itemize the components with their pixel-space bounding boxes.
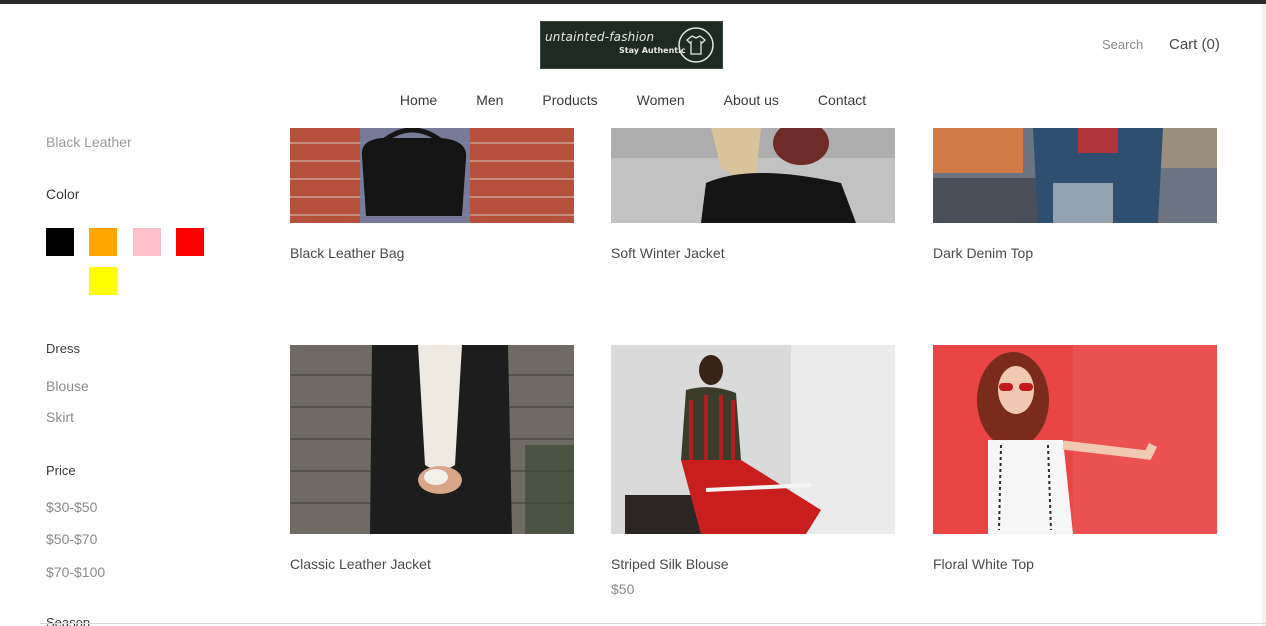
filter-skirt[interactable]: Skirt <box>46 409 74 425</box>
color-heading: Color <box>46 186 80 202</box>
denim-top-photo <box>933 128 1217 223</box>
nav-about-us[interactable]: About us <box>724 92 779 108</box>
product-title[interactable]: Floral White Top <box>933 556 1034 572</box>
logo-title: untainted-fashion <box>545 30 655 44</box>
nav-products[interactable]: Products <box>542 92 597 108</box>
filter-price-30-50[interactable]: $30-$50 <box>46 499 97 515</box>
product-image-classic-leather-jacket[interactable] <box>290 345 574 534</box>
color-swatch-black[interactable] <box>46 228 74 256</box>
search-link[interactable]: Search <box>1102 37 1143 52</box>
color-swatch-orange[interactable] <box>89 228 117 256</box>
product-title[interactable]: Classic Leather Jacket <box>290 556 431 572</box>
product-title[interactable]: Soft Winter Jacket <box>611 245 725 261</box>
filter-price-70-100[interactable]: $70-$100 <box>46 564 105 580</box>
nav-home[interactable]: Home <box>400 92 437 108</box>
product-image-dark-denim-top[interactable] <box>933 128 1217 223</box>
filter-price-50-70[interactable]: $50-$70 <box>46 531 97 547</box>
product-image-black-leather-bag[interactable] <box>290 128 574 223</box>
filter-blouse[interactable]: Blouse <box>46 378 89 394</box>
product-title[interactable]: Striped Silk Blouse <box>611 556 729 572</box>
striped-blouse-photo <box>611 345 895 534</box>
nav-contact[interactable]: Contact <box>818 92 866 108</box>
color-swatch-yellow[interactable] <box>89 267 117 295</box>
nav-women[interactable]: Women <box>637 92 685 108</box>
product-image-floral-white-top[interactable] <box>933 345 1217 534</box>
winter-jacket-photo <box>611 128 895 223</box>
logo-shirt-icon <box>678 27 714 63</box>
cart-link[interactable]: Cart (0) <box>1169 36 1220 53</box>
product-price: $50 <box>611 581 635 597</box>
product-title[interactable]: Black Leather Bag <box>290 245 404 261</box>
nav-men[interactable]: Men <box>476 92 503 108</box>
product-image-soft-winter-jacket[interactable] <box>611 128 895 223</box>
product-title[interactable]: Dark Denim Top <box>933 245 1033 261</box>
filter-sidebar: Black Leather Color Dress Blouse Skirt P… <box>46 0 246 626</box>
leather-jacket-photo <box>290 345 574 534</box>
color-swatch-red[interactable] <box>176 228 204 256</box>
dress-heading: Dress <box>46 341 80 356</box>
site-logo[interactable]: untainted-fashion Stay Authentic <box>540 21 723 69</box>
footer-divider <box>40 623 1266 624</box>
season-heading: Season <box>46 615 91 626</box>
filter-black-leather[interactable]: Black Leather <box>46 134 132 150</box>
white-top-photo <box>933 345 1217 534</box>
product-image-striped-silk-blouse[interactable] <box>611 345 895 534</box>
price-heading: Price <box>46 463 76 478</box>
color-swatch-pink[interactable] <box>133 228 161 256</box>
brick-wall-bag-photo <box>290 128 574 223</box>
